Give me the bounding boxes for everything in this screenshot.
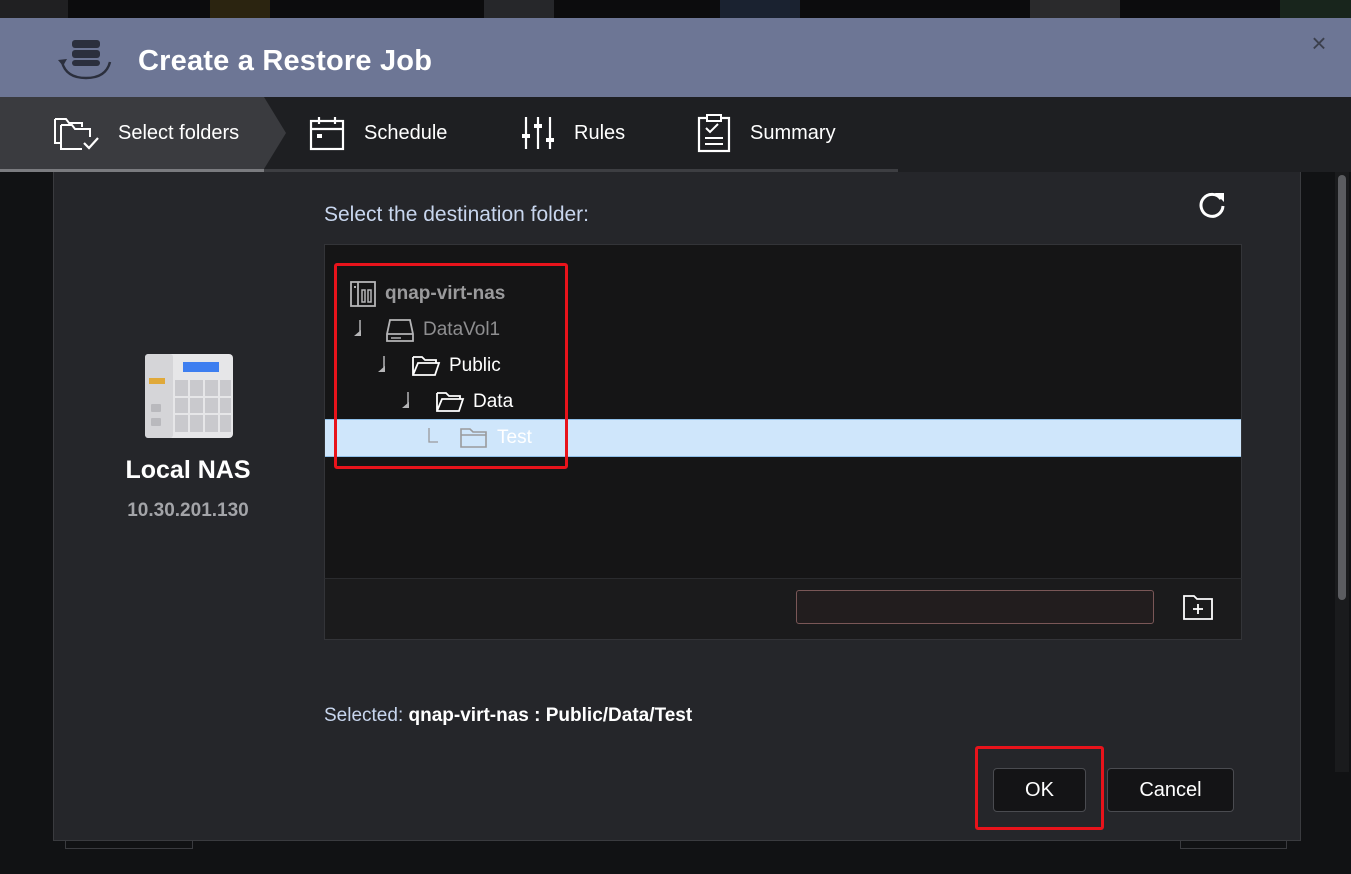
tree-label: qnap-virt-nas — [385, 283, 506, 304]
tree-expand-arrow-icon — [402, 392, 409, 408]
dialog-title: Create a Restore Job — [138, 45, 433, 77]
selected-label: Selected: — [324, 705, 404, 726]
step-label: Select folders — [118, 121, 240, 144]
tree-node-public[interactable]: Public — [325, 348, 1241, 384]
new-folder-icon[interactable] — [1182, 593, 1214, 621]
tree-node-data[interactable]: Data — [325, 384, 1241, 420]
nas-device-image — [145, 354, 233, 438]
step-label: Summary — [750, 121, 836, 144]
cancel-button[interactable]: Cancel — [1107, 768, 1234, 812]
sliders-icon — [522, 117, 554, 149]
source-nas-ip: 10.30.201.130 — [127, 500, 249, 521]
tree-label: DataVol1 — [423, 319, 501, 340]
refresh-icon[interactable] — [1197, 189, 1227, 219]
tab-schedule[interactable]: Schedule — [308, 97, 447, 169]
new-folder-name-input[interactable] — [796, 590, 1154, 624]
destination-label: Select the destination folder: — [324, 203, 590, 226]
tree-label: Data — [473, 391, 514, 412]
folder-tree: qnap-virt-nas DataVol1 Public Data Test — [324, 244, 1242, 579]
tab-select-folders[interactable]: Select folders — [52, 97, 239, 169]
tree-label: Public — [449, 355, 501, 376]
calendar-icon — [309, 117, 345, 151]
clipboard-icon — [697, 114, 731, 153]
scrollbar-thumb[interactable] — [1338, 175, 1346, 600]
tree-node-nas[interactable]: qnap-virt-nas — [325, 276, 1241, 312]
step-chevron — [264, 97, 286, 169]
tree-node-datavol1[interactable]: DataVol1 — [325, 312, 1241, 348]
tree-label: Test — [497, 427, 532, 448]
background-button — [1180, 840, 1287, 849]
tree-leaf-connector-icon — [428, 428, 438, 443]
tree-node-test[interactable]: Test — [325, 419, 1241, 457]
source-nas-name: Local NAS — [125, 456, 251, 484]
selected-value: qnap-virt-nas : Public/Data/Test — [408, 705, 693, 726]
step-label: Rules — [574, 121, 626, 144]
tree-expand-arrow-icon — [354, 320, 361, 336]
tree-expand-arrow-icon — [378, 356, 385, 372]
selected-path: Selected: qnap-virt-nas : Public/Data/Te… — [324, 705, 692, 727]
background-button — [65, 840, 193, 849]
ok-button[interactable]: OK — [993, 768, 1086, 812]
step-navigation: Select folders Schedule Rules Summary — [0, 97, 1351, 172]
new-folder-bar — [324, 578, 1242, 640]
nas-server-icon — [350, 281, 376, 307]
background-thumbnails — [0, 0, 1351, 18]
step-label: Schedule — [364, 121, 448, 144]
folder-check-icon — [54, 118, 99, 150]
tab-rules[interactable]: Rules — [520, 97, 625, 169]
close-button[interactable]: × — [1306, 30, 1332, 56]
restore-job-icon — [58, 40, 112, 80]
drive-icon — [386, 319, 414, 342]
folder-icon — [460, 428, 487, 448]
tab-summary[interactable]: Summary — [696, 97, 836, 169]
dialog-titlebar: Create a Restore Job × — [0, 18, 1351, 97]
folder-open-icon — [412, 356, 441, 376]
folder-open-icon — [436, 392, 465, 412]
